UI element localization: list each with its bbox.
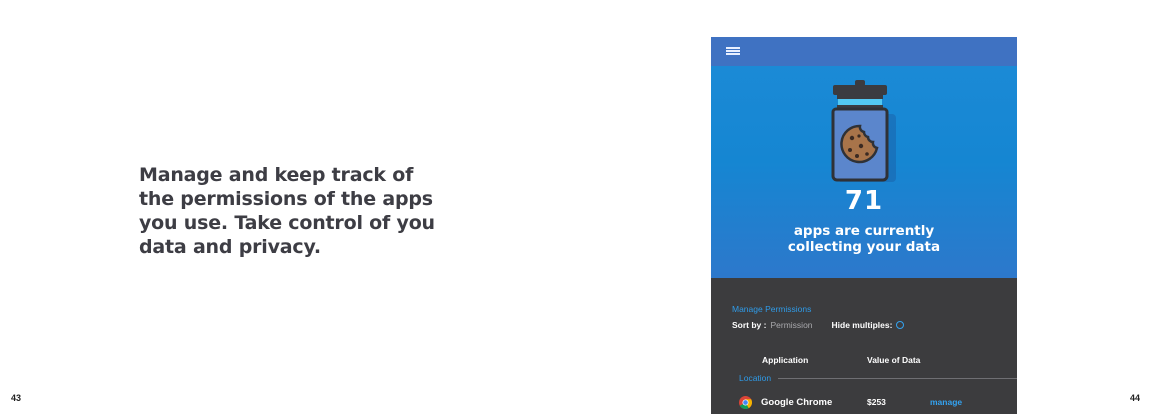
tagline-line-1: apps are currently: [793, 223, 935, 239]
permissions-panel: Manage Permissions Sort by : Permission …: [711, 278, 1017, 414]
hero-tagline: apps are currently collecting your data: [711, 223, 1017, 255]
section-title: Manage Permissions: [732, 304, 812, 314]
column-header-application: Application: [762, 355, 809, 365]
chrome-icon: [739, 395, 752, 409]
table-row: Google Chrome $253 manage: [739, 394, 1017, 410]
hide-multiples-label: Hide multiples:: [831, 320, 893, 330]
app-name: Google Chrome: [761, 396, 833, 408]
menu-icon[interactable]: [726, 47, 740, 55]
page-number-right: 44: [1130, 393, 1141, 403]
app-topbar: [711, 37, 1017, 66]
group-header-location: Location: [739, 373, 1017, 383]
app-screen: 71 apps are currently collecting your da…: [711, 37, 1017, 414]
group-label: Location: [739, 373, 772, 383]
hero-section: 71 apps are currently collecting your da…: [711, 66, 1017, 278]
sort-row: Sort by : Permission Hide multiples:: [732, 320, 905, 330]
group-divider: [778, 377, 1017, 379]
app-count: 71: [844, 186, 884, 216]
sort-label: Sort by :: [732, 320, 767, 330]
app-data-value: $253: [867, 397, 886, 407]
hide-multiples-toggle[interactable]: [896, 321, 905, 329]
column-header-value: Value of Data: [867, 355, 921, 365]
cookie-jar-icon: [831, 80, 896, 182]
sort-dropdown[interactable]: Permission: [770, 320, 812, 330]
manage-link[interactable]: manage: [930, 397, 962, 407]
headline-text: Manage and keep track of the permissions…: [139, 164, 435, 258]
page-number-left: 43: [11, 393, 22, 403]
tagline-line-2: collecting your data: [787, 239, 941, 255]
